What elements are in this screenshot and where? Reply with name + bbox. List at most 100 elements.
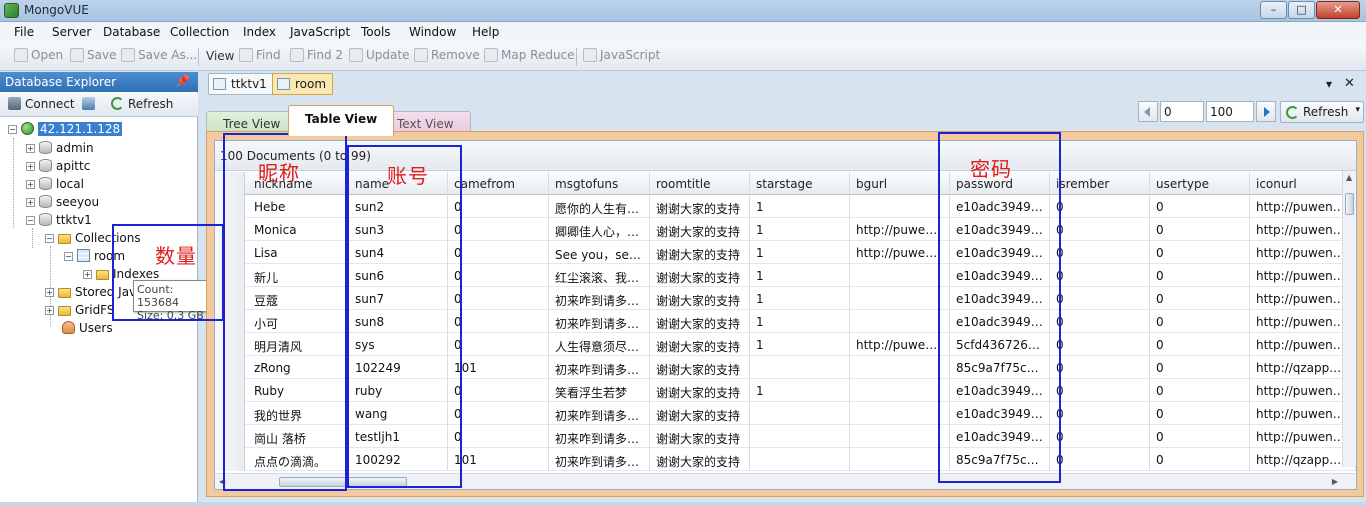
- scroll-thumb[interactable]: [1345, 193, 1354, 215]
- minimize-button[interactable]: –: [1260, 1, 1287, 19]
- cell-bgurl[interactable]: [850, 310, 950, 333]
- cell-roomtitle[interactable]: 谢谢大家的支持: [650, 425, 750, 448]
- cell-roomtitle[interactable]: 谢谢大家的支持: [650, 379, 750, 402]
- cell-isrember[interactable]: 0: [1050, 264, 1150, 287]
- cell-camefrom[interactable]: 0: [448, 333, 549, 356]
- expand-icon[interactable]: +: [83, 270, 92, 279]
- explorer-refresh-button[interactable]: Refresh: [111, 97, 173, 111]
- find2-button[interactable]: Find 2: [290, 48, 343, 66]
- vertical-scrollbar[interactable]: ▲: [1342, 171, 1356, 467]
- tab-room[interactable]: room: [272, 73, 334, 95]
- cell-camefrom[interactable]: 0: [448, 264, 549, 287]
- cell-isrember[interactable]: 0: [1050, 402, 1150, 425]
- save-as-button[interactable]: Save As...: [121, 48, 197, 66]
- cell-camefrom[interactable]: 0: [448, 425, 549, 448]
- column-header-isrember[interactable]: isrember: [1050, 172, 1150, 195]
- close-button[interactable]: ✕: [1316, 1, 1360, 19]
- cell-camefrom[interactable]: 0: [448, 310, 549, 333]
- cell-usertype[interactable]: 0: [1150, 195, 1250, 218]
- cell-starstage[interactable]: 1: [750, 241, 850, 264]
- column-header-bgurl[interactable]: bgurl: [850, 172, 950, 195]
- cell-msgtofuns[interactable]: 红尘滚滚、我…: [549, 264, 650, 287]
- menu-javascript[interactable]: JavaScript: [290, 25, 350, 39]
- cell-usertype[interactable]: 0: [1150, 448, 1250, 471]
- expand-icon[interactable]: +: [26, 144, 35, 153]
- close-tab-icon[interactable]: ✕: [1344, 76, 1355, 91]
- menu-tools[interactable]: Tools: [361, 25, 391, 39]
- plug-button[interactable]: [82, 97, 99, 111]
- cell-iconurl[interactable]: http://puwenz…: [1250, 241, 1356, 264]
- chevron-down-icon[interactable]: ▾: [1355, 105, 1360, 115]
- cell-roomtitle[interactable]: 谢谢大家的支持: [650, 287, 750, 310]
- save-button[interactable]: Save: [70, 48, 116, 66]
- cell-bgurl[interactable]: [850, 425, 950, 448]
- column-header-starstage[interactable]: starstage: [750, 172, 850, 195]
- cell-bgurl[interactable]: [850, 448, 950, 471]
- column-header-camefrom[interactable]: camefrom: [448, 172, 549, 195]
- column-header-iconurl[interactable]: iconurl: [1250, 172, 1356, 195]
- cell-iconurl[interactable]: http://puwenz…: [1250, 195, 1356, 218]
- cell-msgtofuns[interactable]: 卿卿佳人心，…: [549, 218, 650, 241]
- cell-iconurl[interactable]: http://puwenz…: [1250, 379, 1356, 402]
- menu-window[interactable]: Window: [409, 25, 456, 39]
- cell-bgurl[interactable]: http://puwenz…: [850, 333, 950, 356]
- cell-camefrom[interactable]: 101: [448, 356, 549, 379]
- cell-msgtofuns[interactable]: 初来咋到请多…: [549, 287, 650, 310]
- cell-isrember[interactable]: 0: [1050, 425, 1150, 448]
- expand-icon[interactable]: +: [26, 180, 35, 189]
- cell-usertype[interactable]: 0: [1150, 379, 1250, 402]
- cell-msgtofuns[interactable]: See you，see …: [549, 241, 650, 264]
- collapse-icon[interactable]: −: [26, 216, 35, 225]
- menu-file[interactable]: File: [14, 25, 34, 39]
- cell-isrember[interactable]: 0: [1050, 241, 1150, 264]
- cell-isrember[interactable]: 0: [1050, 287, 1150, 310]
- cell-isrember[interactable]: 0: [1050, 218, 1150, 241]
- cell-camefrom[interactable]: 0: [448, 287, 549, 310]
- cell-roomtitle[interactable]: 谢谢大家的支持: [650, 218, 750, 241]
- cell-isrember[interactable]: 0: [1050, 379, 1150, 402]
- cell-iconurl[interactable]: http://puwenz…: [1250, 287, 1356, 310]
- pin-icon[interactable]: 📌: [175, 74, 190, 88]
- cell-roomtitle[interactable]: 谢谢大家的支持: [650, 448, 750, 471]
- cell-camefrom[interactable]: 0: [448, 402, 549, 425]
- menu-server[interactable]: Server: [52, 25, 91, 39]
- cell-starstage[interactable]: 1: [750, 218, 850, 241]
- cell-camefrom[interactable]: 0: [448, 379, 549, 402]
- cell-iconurl[interactable]: http://qzapp.q…: [1250, 448, 1356, 471]
- next-page-button[interactable]: [1256, 101, 1276, 122]
- cell-usertype[interactable]: 0: [1150, 356, 1250, 379]
- menu-collection[interactable]: Collection: [170, 25, 229, 39]
- skip-input[interactable]: 0: [1160, 101, 1204, 122]
- column-header-roomtitle[interactable]: roomtitle: [650, 172, 750, 195]
- column-header-usertype[interactable]: usertype: [1150, 172, 1250, 195]
- find-button[interactable]: Find: [239, 48, 281, 66]
- open-button[interactable]: Open: [14, 48, 63, 66]
- scroll-right-icon[interactable]: ▶: [1332, 477, 1338, 486]
- remove-button[interactable]: Remove: [414, 48, 480, 66]
- cell-starstage[interactable]: 1: [750, 379, 850, 402]
- cell-iconurl[interactable]: http://puwenz…: [1250, 264, 1356, 287]
- menu-help[interactable]: Help: [472, 25, 499, 39]
- cell-starstage[interactable]: [750, 356, 850, 379]
- collapse-icon[interactable]: −: [64, 252, 73, 261]
- menu-index[interactable]: Index: [243, 25, 276, 39]
- tree-db-ttktv1[interactable]: − ttktv1: [26, 213, 92, 229]
- cell-bgurl[interactable]: [850, 379, 950, 402]
- collapse-icon[interactable]: −: [45, 234, 54, 243]
- cell-starstage[interactable]: 1: [750, 264, 850, 287]
- cell-usertype[interactable]: 0: [1150, 333, 1250, 356]
- cell-msgtofuns[interactable]: 初来咋到请多…: [549, 425, 650, 448]
- scroll-up-icon[interactable]: ▲: [1346, 173, 1352, 182]
- cell-starstage[interactable]: 1: [750, 310, 850, 333]
- cell-usertype[interactable]: 0: [1150, 402, 1250, 425]
- tab-table-view[interactable]: Table View: [288, 105, 395, 136]
- cell-isrember[interactable]: 0: [1050, 333, 1150, 356]
- cell-roomtitle[interactable]: 谢谢大家的支持: [650, 195, 750, 218]
- javascript-button[interactable]: JavaScript: [583, 48, 660, 66]
- cell-camefrom[interactable]: 0: [448, 218, 549, 241]
- cell-roomtitle[interactable]: 谢谢大家的支持: [650, 402, 750, 425]
- refresh-button[interactable]: Refresh ▾: [1280, 101, 1364, 123]
- cell-bgurl[interactable]: [850, 356, 950, 379]
- cell-iconurl[interactable]: http://puwenz…: [1250, 310, 1356, 333]
- cell-iconurl[interactable]: http://puwenz…: [1250, 218, 1356, 241]
